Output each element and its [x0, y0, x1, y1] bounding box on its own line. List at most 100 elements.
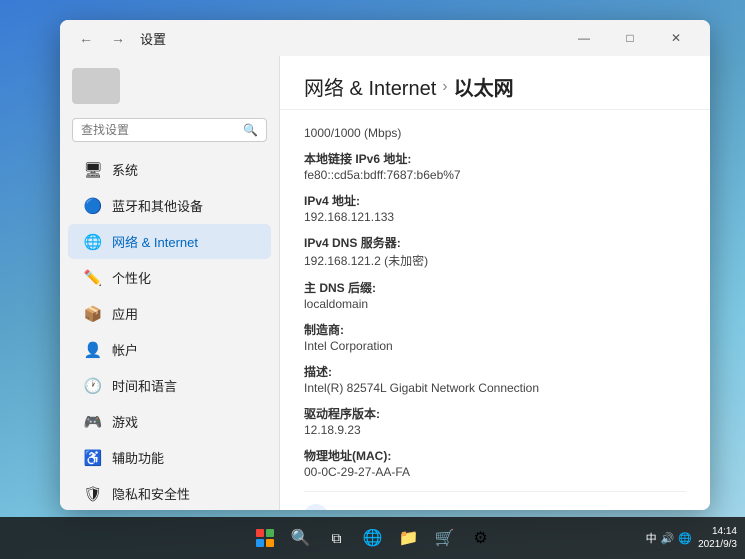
sidebar-item-apps[interactable]: 📦应用 [68, 296, 271, 331]
settings-taskbar-icon[interactable]: ⚙ [465, 522, 497, 554]
dns-value: 192.168.121.2 (未加密) [304, 252, 686, 269]
ipv6-label: 本地链接 IPv6 地址: [304, 150, 686, 167]
task-view-button[interactable]: ⧉ [321, 522, 353, 554]
mac-label: 物理地址(MAC): [304, 447, 686, 464]
logo-sq-3 [256, 539, 264, 547]
taskbar-center: 🔍 ⧉ 🌐 📁 🛒 ⚙ [249, 522, 497, 554]
help-icon: ? [304, 504, 328, 510]
logo-sq-2 [266, 529, 274, 537]
sidebar-item-bluetooth[interactable]: 🔵蓝牙和其他设备 [68, 188, 271, 223]
sidebar-item-gaming[interactable]: 🎮 游戏 [68, 404, 271, 439]
privacy-icon: 🛡 [84, 485, 102, 503]
driver-label: 驱动程序版本: [304, 405, 686, 422]
ipv4-value: 192.168.121.133 [304, 210, 686, 224]
avatar [72, 68, 120, 104]
sidebar-item-accessibility[interactable]: ♿辅助功能 [68, 440, 271, 475]
sidebar-label-privacy: 隐私和安全性 [112, 484, 190, 503]
sidebar-label-accounts: 帐户 [112, 340, 138, 359]
window-title: 设置 [140, 29, 166, 48]
window-controls: — □ ✕ [562, 24, 698, 52]
sidebar-label-apps: 应用 [112, 304, 138, 323]
personalization-icon: ✏️ [84, 269, 102, 287]
maximize-button[interactable]: □ [608, 24, 652, 52]
clock: 14:14 2021/9/3 [698, 525, 737, 551]
time-icon: 🕐 [84, 377, 102, 395]
profile-area [60, 64, 279, 114]
volume-icon: 🔊 [661, 532, 675, 545]
network-icon: 🌐 [678, 532, 692, 545]
breadcrumb-parent: 网络 & Internet [304, 72, 436, 101]
ipv4-label: IPv4 地址: [304, 192, 686, 209]
breadcrumb-separator: › [442, 78, 447, 96]
sidebar-label-network: 网络 & Internet [112, 232, 198, 251]
search-box[interactable]: 🔍 [72, 118, 267, 142]
primary-dns-row: 主 DNS 后缀: localdomain [304, 279, 686, 311]
network-icon: 🌐 [84, 233, 102, 251]
sidebar-item-system[interactable]: 🖥 系统 [68, 152, 271, 187]
breadcrumb-current: 以太网 [454, 72, 514, 101]
logo-sq-1 [256, 529, 264, 537]
sidebar-item-time[interactable]: 🕐时间和语言 [68, 368, 271, 403]
ipv6-value: fe80::cd5a:bdff:7687:b6eb%7 [304, 168, 686, 182]
speed-row: 1000/1000 (Mbps) [304, 126, 686, 140]
bluetooth-icon: 🔵 [84, 197, 102, 215]
mac-value: 00-0C-29-27-AA-FA [304, 465, 686, 479]
primary-dns-label: 主 DNS 后缀: [304, 279, 686, 296]
help-link[interactable]: ? 获取帮助 [304, 491, 686, 510]
detail-content: 1000/1000 (Mbps) 本地链接 IPv6 地址: fe80::cd5… [280, 110, 710, 510]
sidebar: 🔍 🖥 系统 🔵蓝牙和其他设备 🌐 网络 & Internet ✏️ 个性化 📦应用 👤 帐户 🕐时… [60, 56, 280, 510]
dns-label: IPv4 DNS 服务器: [304, 234, 686, 251]
speed-value: 1000/1000 (Mbps) [304, 126, 401, 140]
accounts-icon: 👤 [84, 341, 102, 359]
mac-row: 物理地址(MAC): 00-0C-29-27-AA-FA [304, 447, 686, 479]
time-display: 14:14 [712, 525, 737, 538]
sidebar-label-gaming: 游戏 [112, 412, 138, 431]
start-button[interactable] [249, 522, 281, 554]
description-label: 描述: [304, 363, 686, 380]
nav-buttons: ← → [72, 24, 132, 52]
driver-row: 驱动程序版本: 12.18.9.23 [304, 405, 686, 437]
help-text[interactable]: 获取帮助 [336, 507, 388, 511]
description-value: Intel(R) 82574L Gigabit Network Connecti… [304, 381, 686, 395]
driver-value: 12.18.9.23 [304, 423, 686, 437]
forward-button[interactable]: → [104, 24, 132, 52]
sidebar-item-accounts[interactable]: 👤 帐户 [68, 332, 271, 367]
breadcrumb: 网络 & Internet › 以太网 [304, 72, 686, 101]
language-indicator: 中 [646, 530, 657, 546]
ipv4-row: IPv4 地址: 192.168.121.133 [304, 192, 686, 224]
primary-dns-value: localdomain [304, 297, 686, 311]
settings-window: ← → 设置 — □ ✕ 🔍 [60, 20, 710, 510]
close-button[interactable]: ✕ [654, 24, 698, 52]
sidebar-label-personalization: 个性化 [112, 268, 151, 287]
title-bar: ← → 设置 — □ ✕ [60, 20, 710, 56]
system-icon: 🖥 [84, 161, 102, 179]
ipv6-row: 本地链接 IPv6 地址: fe80::cd5a:bdff:7687:b6eb%… [304, 150, 686, 182]
minimize-button[interactable]: — [562, 24, 606, 52]
edge-taskbar-icon[interactable]: 🌐 [357, 522, 389, 554]
sidebar-item-personalization[interactable]: ✏️ 个性化 [68, 260, 271, 295]
taskbar-right: 中 🔊 🌐 14:14 2021/9/3 [646, 525, 737, 551]
title-bar-left: ← → 设置 [72, 24, 166, 52]
explorer-taskbar-icon[interactable]: 📁 [393, 522, 425, 554]
manufacturer-label: 制造商: [304, 321, 686, 338]
sidebar-item-privacy[interactable]: 🛡 隐私和安全性 [68, 476, 271, 510]
taskbar: 🔍 ⧉ 🌐 📁 🛒 ⚙ 中 🔊 🌐 14:14 2021/9/3 [0, 517, 745, 559]
gaming-icon: 🎮 [84, 413, 102, 431]
accessibility-icon: ♿ [84, 449, 102, 467]
sys-tray: 中 🔊 🌐 [646, 530, 692, 546]
date-display: 2021/9/3 [698, 538, 737, 551]
description-row: 描述: Intel(R) 82574L Gigabit Network Conn… [304, 363, 686, 395]
sidebar-label-system: 系统 [112, 160, 138, 179]
taskbar-search-button[interactable]: 🔍 [285, 522, 317, 554]
sidebar-nav: 🖥 系统 🔵蓝牙和其他设备 🌐 网络 & Internet ✏️ 个性化 📦应用 👤 帐户 🕐时间和… [60, 152, 279, 510]
desktop: ← → 设置 — □ ✕ 🔍 [0, 0, 745, 559]
manufacturer-value: Intel Corporation [304, 339, 686, 353]
back-button[interactable]: ← [72, 24, 100, 52]
dns-row: IPv4 DNS 服务器: 192.168.121.2 (未加密) [304, 234, 686, 269]
page-header: 网络 & Internet › 以太网 [280, 56, 710, 110]
search-input[interactable] [81, 123, 237, 137]
search-icon: 🔍 [243, 123, 258, 137]
store-taskbar-icon[interactable]: 🛒 [429, 522, 461, 554]
windows-logo [256, 529, 274, 547]
sidebar-item-network[interactable]: 🌐 网络 & Internet [68, 224, 271, 259]
